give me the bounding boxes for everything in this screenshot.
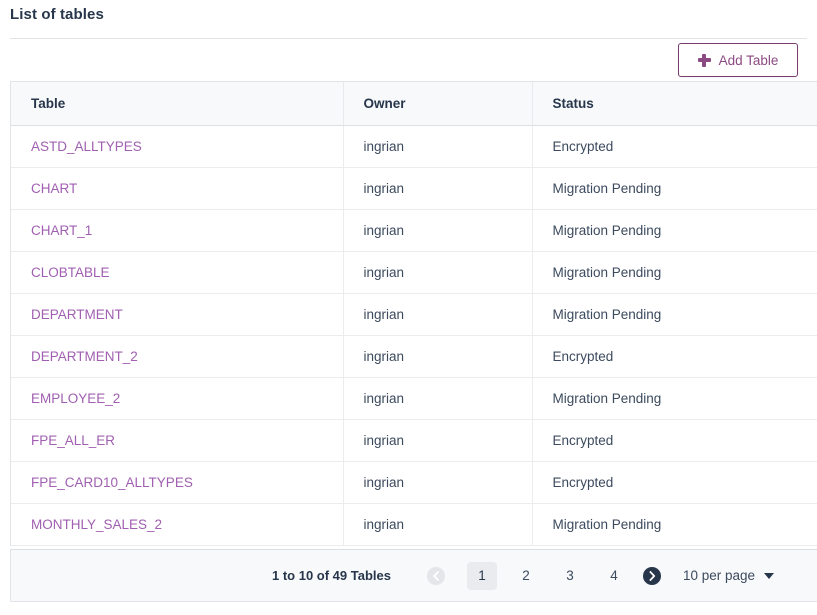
- cell-table-name: MONTHLY_SALES_2: [11, 503, 343, 545]
- cell-status: Migration Pending: [532, 251, 817, 293]
- cell-owner: ingrian: [343, 293, 532, 335]
- tables-table: Table Owner Status ASTD_ALLTYPES ingrian…: [11, 82, 817, 546]
- pagination-page-2[interactable]: 2: [511, 562, 541, 590]
- cell-status: Migration Pending: [532, 503, 817, 545]
- table-link[interactable]: FPE_ALL_ER: [31, 433, 115, 448]
- table-row: ASTD_ALLTYPES ingrian Encrypted: [11, 125, 817, 167]
- table-header: Table Owner Status: [11, 82, 817, 125]
- pagination-controls: 1 to 10 of 49 Tables 1 2 3 4 10 per page: [272, 562, 774, 590]
- per-page-selector[interactable]: 10 per page: [683, 568, 774, 583]
- column-header-status[interactable]: Status: [532, 82, 817, 125]
- cell-owner: ingrian: [343, 125, 532, 167]
- cell-status: Encrypted: [532, 335, 817, 377]
- pagination-pages: 1 2 3 4: [467, 562, 629, 590]
- cell-owner: ingrian: [343, 209, 532, 251]
- table-row: FPE_CARD10_ALLTYPES ingrian Encrypted: [11, 461, 817, 503]
- cell-owner: ingrian: [343, 335, 532, 377]
- tables-page: List of tables Add Table Table Owner Sta…: [0, 0, 817, 615]
- pagination-page-4[interactable]: 4: [599, 562, 629, 590]
- table-link[interactable]: ASTD_ALLTYPES: [31, 139, 142, 154]
- cell-table-name: CHART_1: [11, 209, 343, 251]
- cell-owner: ingrian: [343, 167, 532, 209]
- cell-table-name: EMPLOYEE_2: [11, 377, 343, 419]
- table-link[interactable]: CHART_1: [31, 223, 92, 238]
- table-row: FPE_ALL_ER ingrian Encrypted: [11, 419, 817, 461]
- cell-owner: ingrian: [343, 419, 532, 461]
- pagination-page-1[interactable]: 1: [467, 562, 497, 590]
- cell-owner: ingrian: [343, 377, 532, 419]
- add-table-button[interactable]: Add Table: [678, 43, 798, 77]
- cell-status: Migration Pending: [532, 209, 817, 251]
- table-link[interactable]: DEPARTMENT_2: [31, 349, 138, 364]
- table-link[interactable]: EMPLOYEE_2: [31, 391, 120, 406]
- pagination-page-3[interactable]: 3: [555, 562, 585, 590]
- cell-status: Migration Pending: [532, 167, 817, 209]
- table-link[interactable]: FPE_CARD10_ALLTYPES: [31, 475, 193, 490]
- table-link[interactable]: DEPARTMENT: [31, 307, 123, 322]
- table-body: ASTD_ALLTYPES ingrian Encrypted CHART in…: [11, 125, 817, 545]
- add-table-button-label: Add Table: [719, 53, 779, 68]
- cell-owner: ingrian: [343, 503, 532, 545]
- per-page-label: 10 per page: [683, 568, 755, 583]
- cell-table-name: ASTD_ALLTYPES: [11, 125, 343, 167]
- cell-status: Encrypted: [532, 419, 817, 461]
- column-header-owner[interactable]: Owner: [343, 82, 532, 125]
- table-link[interactable]: CLOBTABLE: [31, 265, 110, 280]
- title-divider: [10, 38, 807, 39]
- table-header-row: Table Owner Status: [11, 82, 817, 125]
- cell-status: Encrypted: [532, 461, 817, 503]
- cell-table-name: CHART: [11, 167, 343, 209]
- plus-icon: [698, 54, 711, 67]
- table-link[interactable]: MONTHLY_SALES_2: [31, 517, 162, 532]
- column-header-table[interactable]: Table: [11, 82, 343, 125]
- table-row: DEPARTMENT ingrian Migration Pending: [11, 293, 817, 335]
- pagination-summary: 1 to 10 of 49 Tables: [272, 568, 391, 583]
- table-row: CLOBTABLE ingrian Migration Pending: [11, 251, 817, 293]
- cell-owner: ingrian: [343, 251, 532, 293]
- page-title: List of tables: [10, 6, 104, 23]
- chevron-left-circle-icon[interactable]: [427, 567, 445, 585]
- cell-status: Encrypted: [532, 125, 817, 167]
- table-link[interactable]: CHART: [31, 181, 77, 196]
- cell-owner: ingrian: [343, 461, 532, 503]
- table-row: CHART_1 ingrian Migration Pending: [11, 209, 817, 251]
- cell-table-name: DEPARTMENT_2: [11, 335, 343, 377]
- chevron-down-icon: [764, 573, 774, 579]
- table-row: MONTHLY_SALES_2 ingrian Migration Pendin…: [11, 503, 817, 545]
- cell-table-name: CLOBTABLE: [11, 251, 343, 293]
- cell-table-name: FPE_CARD10_ALLTYPES: [11, 461, 343, 503]
- cell-table-name: FPE_ALL_ER: [11, 419, 343, 461]
- table-row: EMPLOYEE_2 ingrian Migration Pending: [11, 377, 817, 419]
- pagination-bar: 1 to 10 of 49 Tables 1 2 3 4 10 per page: [10, 549, 817, 602]
- cell-status: Migration Pending: [532, 293, 817, 335]
- table-row: CHART ingrian Migration Pending: [11, 167, 817, 209]
- cell-table-name: DEPARTMENT: [11, 293, 343, 335]
- cell-status: Migration Pending: [532, 377, 817, 419]
- table-row: DEPARTMENT_2 ingrian Encrypted: [11, 335, 817, 377]
- chevron-right-circle-icon[interactable]: [643, 567, 661, 585]
- tables-card: Table Owner Status ASTD_ALLTYPES ingrian…: [10, 81, 817, 546]
